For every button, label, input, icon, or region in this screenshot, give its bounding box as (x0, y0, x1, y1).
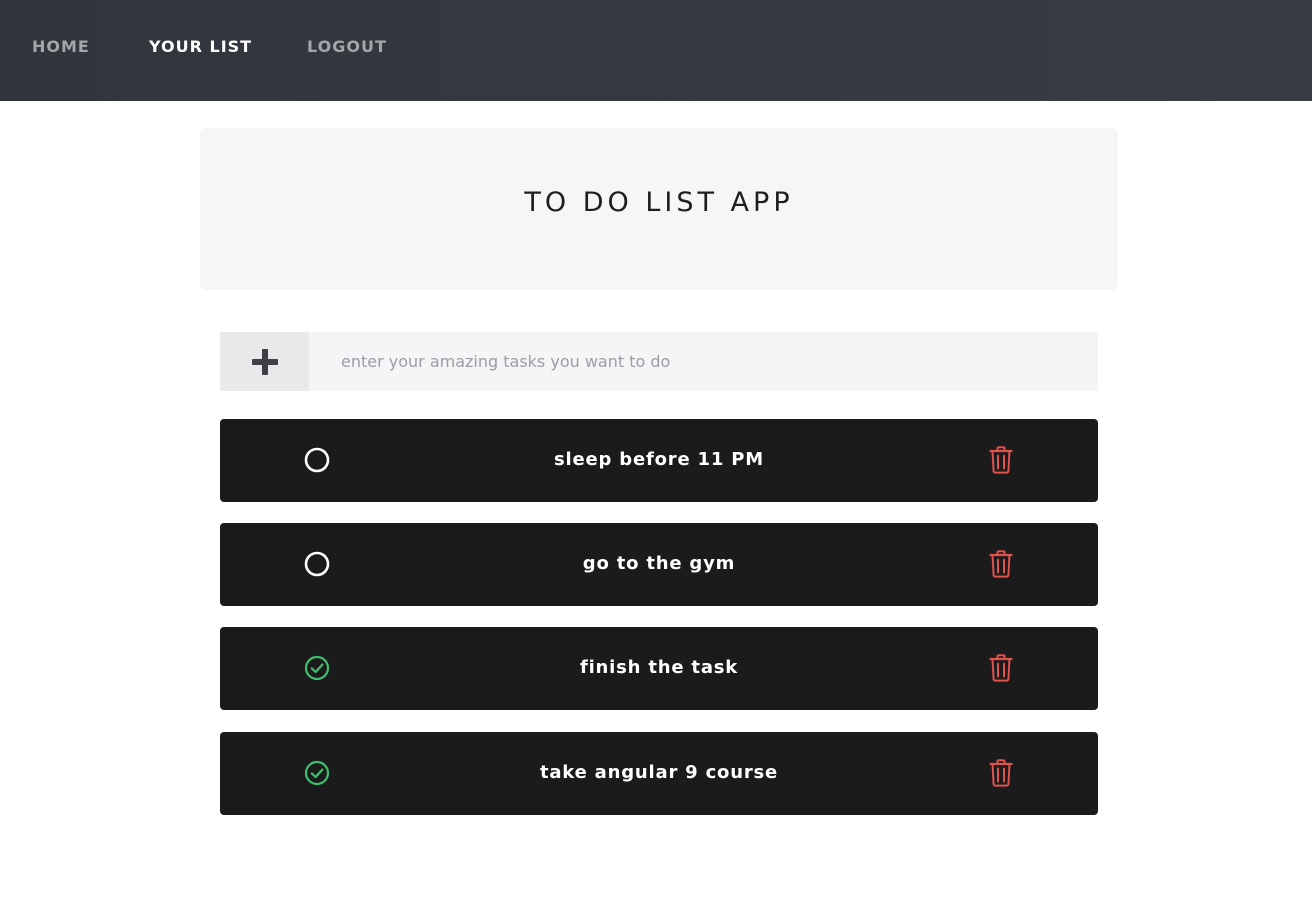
trash-icon[interactable] (986, 653, 1016, 683)
plus-icon (251, 348, 278, 375)
add-task-button[interactable] (220, 332, 309, 391)
page-title: TO DO LIST APP (524, 187, 794, 218)
trash-icon[interactable] (986, 549, 1016, 579)
task-item: go to the gym (220, 523, 1098, 606)
circle-icon[interactable] (302, 549, 332, 579)
task-input[interactable] (309, 332, 1098, 391)
task-text: take angular 9 course (539, 762, 779, 783)
trash-icon[interactable] (986, 758, 1016, 788)
task-item: finish the task (220, 627, 1098, 710)
circle-icon[interactable] (302, 445, 332, 475)
nav-your-list-link[interactable]: YOUR LIST (149, 37, 252, 57)
task-item: sleep before 11 PM (220, 419, 1098, 502)
task-item: take angular 9 course (220, 732, 1098, 815)
check-circle-icon[interactable] (302, 653, 332, 683)
check-circle-icon[interactable] (302, 758, 332, 788)
nav-home-link[interactable]: HOME (32, 37, 90, 57)
task-text: go to the gym (582, 553, 736, 574)
hero-banner: TO DO LIST APP (200, 128, 1118, 290)
add-task-row (220, 332, 1098, 391)
navbar: HOME YOUR LIST LOGOUT (0, 0, 1312, 101)
nav-logout-link[interactable]: LOGOUT (307, 37, 387, 57)
task-text: sleep before 11 PM (554, 449, 764, 470)
trash-icon[interactable] (986, 445, 1016, 475)
task-text: finish the task (579, 657, 739, 678)
